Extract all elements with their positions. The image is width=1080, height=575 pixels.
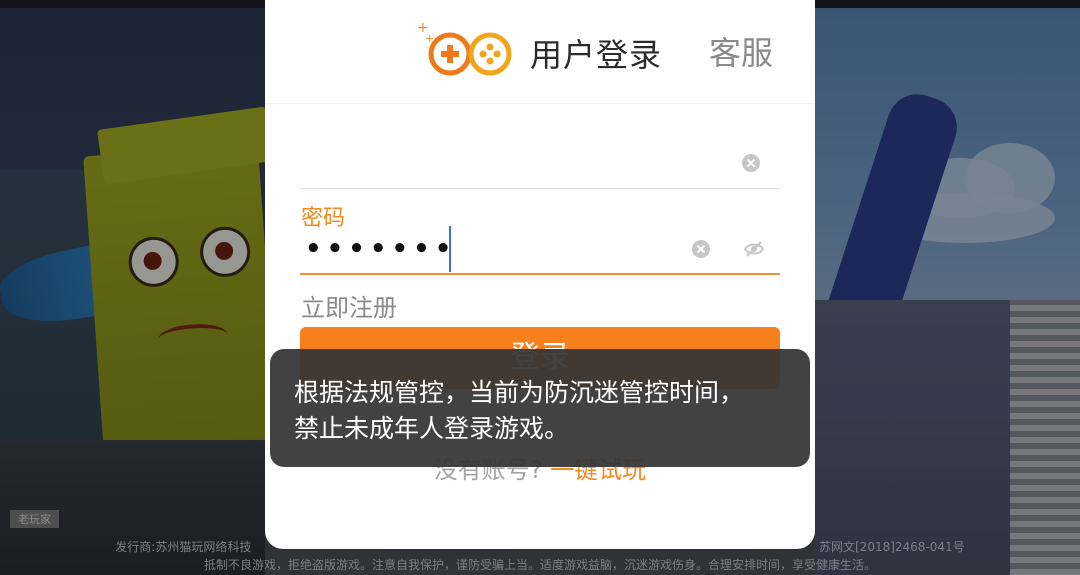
text-caret <box>449 226 451 272</box>
username-underline <box>300 188 780 189</box>
password-underline <box>300 273 780 275</box>
eye-hidden-icon[interactable] <box>743 238 765 260</box>
clear-username-icon[interactable] <box>742 154 760 172</box>
footer-health-notice: 抵制不良游戏，拒绝盗版游戏。注意自我保护，谨防受骗上当。适度游戏益脑，沉迷游戏伤… <box>203 558 876 572</box>
toast-line-2: 禁止未成年人登录游戏。 <box>294 414 570 443</box>
footer-license: 苏网文[2018]2468-041号 <box>819 540 965 554</box>
password-input[interactable]: ••••••• <box>305 232 456 266</box>
page-title: 用户登录 <box>530 36 663 74</box>
register-link[interactable]: 立即注册 <box>301 288 397 323</box>
footer-publisher: 发行商:苏州猫玩网络科技 <box>115 540 252 554</box>
clear-password-icon[interactable] <box>692 240 710 258</box>
toast-line-1: 根据法规管控，当前为防沉迷管控时间， <box>294 378 745 407</box>
gamepad-logo-icon: + + <box>417 20 512 76</box>
login-header: + + 用户登录 客服 <box>265 0 815 104</box>
anti-addiction-toast: 根据法规管控，当前为防沉迷管控时间， 禁止未成年人登录游戏。 <box>270 349 810 467</box>
password-label: 密码 <box>301 206 346 231</box>
customer-service-button[interactable]: 客服 <box>709 28 773 74</box>
player-tag: 老玩家 <box>10 510 59 528</box>
username-input[interactable] <box>300 140 740 184</box>
